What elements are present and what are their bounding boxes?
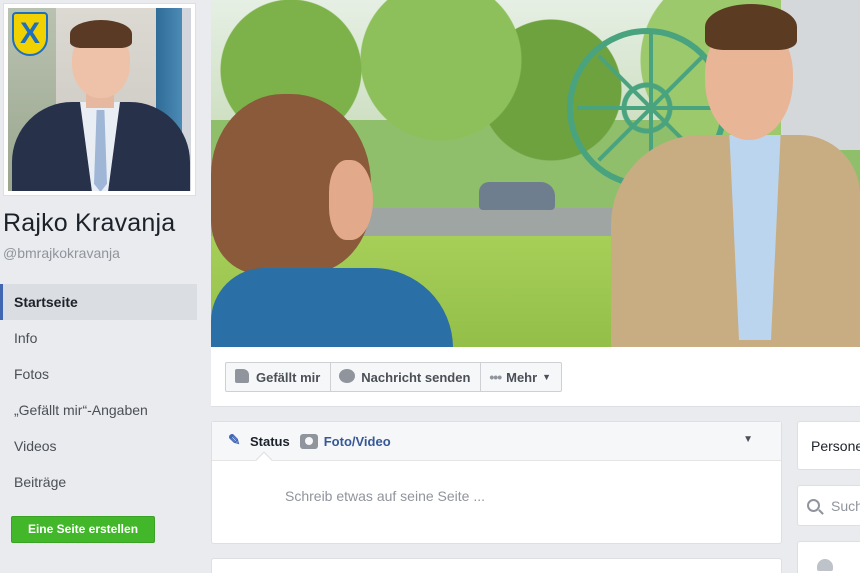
page-handle[interactable]: @bmrajkokravanja [3,245,120,261]
search-icon [807,499,820,512]
chevron-down-icon: ▼ [542,372,552,382]
page-action-bar: Gefällt mir Nachricht senden ••• Mehr ▼ [211,347,860,407]
cover-woman-face [329,160,373,240]
nav-item-info[interactable]: Info [0,320,197,356]
friends-icon [817,559,833,571]
tab-photo-video-label: Foto/Video [323,433,391,449]
nav-item-startseite[interactable]: Startseite [0,284,197,320]
nav-item-videos[interactable]: Videos [0,428,197,464]
composer-tabs: ✎ Status Foto/Video ▼ [212,422,781,469]
coat-of-arms-x-glyph: X [19,17,40,50]
people-box-header[interactable]: Personen [797,421,860,470]
camera-icon [299,433,318,449]
like-page-button[interactable]: Gefällt mir [226,363,332,391]
nav-item-likes[interactable]: „Gefällt mir“-Angaben [0,392,197,428]
search-input[interactable]: Suche [831,498,860,514]
action-button-group: Gefällt mir Nachricht senden ••• Mehr ▼ [225,362,563,392]
cover-man-hair [705,4,797,50]
coat-of-arms-icon: X [12,12,48,56]
left-sidebar: X Rajko Kravanja @bmrajkokravanja Starts… [0,0,211,573]
nav-item-beitraege[interactable]: Beiträge [0,464,197,500]
active-tab-pointer [255,451,273,469]
cover-car [479,182,555,210]
page-title[interactable]: Rajko Kravanja [3,209,175,238]
pencil-icon: ✎ [228,432,241,449]
more-button[interactable]: ••• Mehr ▼ [481,363,561,391]
send-message-label: Nachricht senden [361,369,471,385]
create-page-button[interactable]: Eine Seite erstellen [11,516,155,543]
composer-input[interactable]: Schreib etwas auf seine Seite ... [285,488,485,504]
friends-box [797,541,860,573]
tab-photo-video[interactable]: Foto/Video [299,433,391,449]
like-page-label: Gefällt mir [256,369,321,385]
next-post-card [211,558,782,573]
message-bubble-icon [339,369,356,385]
chevron-down-icon[interactable]: ▼ [743,434,753,445]
thumbs-up-icon [234,369,250,385]
more-label: Mehr [506,369,538,385]
tab-status-label: Status [250,433,290,449]
profile-picture-hair [70,20,132,48]
page-search-field[interactable]: Suche [797,485,860,526]
tab-status[interactable]: ✎ Status [228,433,290,449]
send-message-button[interactable]: Nachricht senden [331,363,482,391]
profile-picture-frame[interactable]: X [3,3,196,196]
more-dots-icon: ••• [489,369,502,385]
post-composer: ✎ Status Foto/Video ▼ Schreib etwas auf … [211,421,782,544]
cover-photo[interactable] [211,0,860,347]
nav-item-fotos[interactable]: Fotos [0,356,197,392]
page-navigation: Startseite Info Fotos „Gefällt mir“-Anga… [0,284,197,500]
profile-picture[interactable]: X [8,8,191,191]
